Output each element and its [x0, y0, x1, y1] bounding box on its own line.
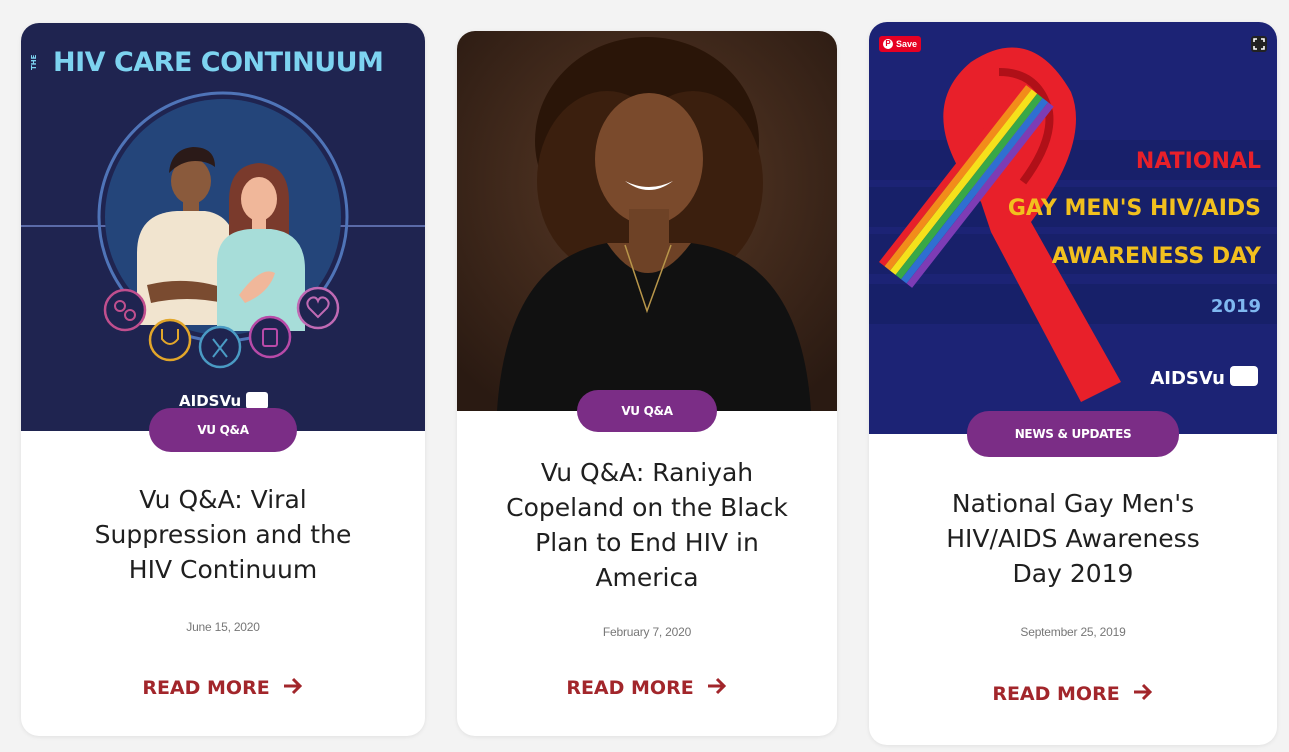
article-title[interactable]: Vu Q&A: Raniyah Copeland on the Black Pl…: [477, 455, 817, 595]
expand-icon[interactable]: [1251, 36, 1267, 52]
title-line: National Gay Men's: [951, 489, 1195, 518]
read-more-link[interactable]: READ MORE: [869, 683, 1277, 706]
ribbon-icon: [198, 325, 242, 369]
article-date: June 15, 2020: [186, 620, 260, 634]
read-more-label: READ MORE: [566, 677, 694, 699]
arrow-right-icon: [706, 677, 728, 700]
aidsvu-logo-icon: [246, 392, 268, 409]
title-line: Vu Q&A: Raniyah: [540, 458, 754, 487]
article-card-3[interactable]: NATIONAL GAY MEN'S HIV/AIDS AWARENESS DA…: [869, 22, 1277, 745]
article-card-2[interactable]: VU Q&A Vu Q&A: Raniyah Copeland on the B…: [457, 31, 837, 736]
portrait-photo: [457, 31, 837, 411]
article-image-1[interactable]: THE HIV CARE CONTINUUM AIDSVu: [21, 23, 425, 431]
title-line: Vu Q&A: Viral: [139, 485, 307, 514]
image-line-3: AWARENESS DAY: [1052, 244, 1262, 269]
medicine-bottle-icon: [248, 315, 292, 359]
category-tag[interactable]: NEWS & UPDATES: [967, 411, 1179, 457]
article-title[interactable]: Vu Q&A: Viral Suppression and the HIV Co…: [41, 482, 405, 587]
title-line: Plan to End HIV in: [535, 528, 759, 557]
article-date: February 7, 2020: [602, 625, 692, 639]
image-heading-prefix: THE: [30, 54, 38, 70]
arrow-right-icon: [1132, 683, 1154, 706]
article-card-1[interactable]: THE HIV CARE CONTINUUM AIDSVu VU Q&A Vu …: [21, 23, 425, 736]
read-more-link[interactable]: READ MORE: [457, 677, 837, 700]
hiv-care-continuum-illustration: THE HIV CARE CONTINUUM AIDSVu: [21, 23, 425, 431]
article-image-3[interactable]: NATIONAL GAY MEN'S HIV/AIDS AWARENESS DA…: [869, 22, 1277, 434]
read-more-label: READ MORE: [142, 677, 270, 699]
article-date: September 25, 2019: [1020, 625, 1126, 639]
image-line-1: NATIONAL: [1136, 149, 1261, 174]
title-line: HIV/AIDS Awareness: [946, 524, 1200, 553]
stethoscope-icon: [148, 318, 192, 362]
article-image-2[interactable]: [457, 31, 837, 411]
awareness-day-graphic: NATIONAL GAY MEN'S HIV/AIDS AWARENESS DA…: [869, 22, 1277, 434]
title-line: Suppression and the: [94, 520, 352, 549]
heart-icon: [296, 286, 340, 330]
read-more-link[interactable]: READ MORE: [21, 677, 425, 700]
arrow-right-icon: [282, 677, 304, 700]
category-tag[interactable]: VU Q&A: [149, 408, 297, 452]
article-title[interactable]: National Gay Men's HIV/AIDS Awareness Da…: [889, 486, 1257, 591]
category-tag[interactable]: VU Q&A: [577, 390, 717, 432]
pinterest-save-button[interactable]: P Save: [879, 36, 922, 52]
image-line-4: 2019: [1211, 296, 1261, 317]
title-line: HIV Continuum: [128, 555, 318, 584]
title-line: America: [595, 563, 699, 592]
image-heading: HIV CARE CONTINUUM: [53, 47, 383, 78]
aidsvu-logo-icon: [1230, 366, 1258, 386]
pinterest-icon: P: [883, 39, 893, 49]
save-label: Save: [896, 39, 918, 49]
title-line: Day 2019: [1012, 559, 1134, 588]
image-logo-text: AIDSVu: [1150, 368, 1225, 389]
image-line-2: GAY MEN'S HIV/AIDS: [1008, 196, 1261, 221]
title-line: Copeland on the Black: [506, 493, 788, 522]
pills-icon: [103, 288, 147, 332]
read-more-label: READ MORE: [992, 683, 1120, 705]
